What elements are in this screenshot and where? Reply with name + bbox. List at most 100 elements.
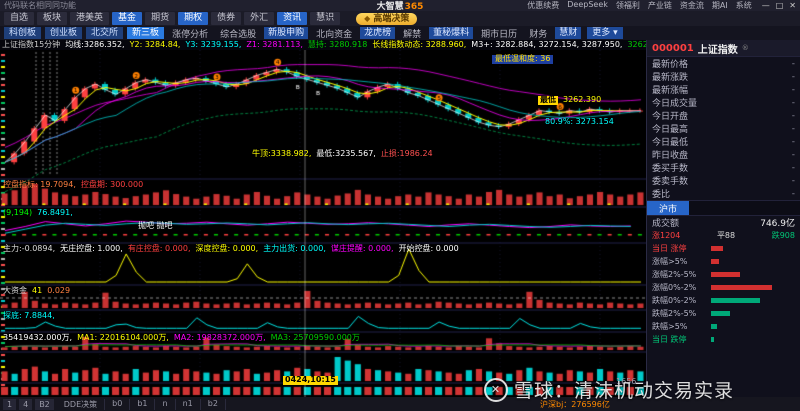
submenu-item-10[interactable]: 董秘爆料 [429,27,473,39]
titlebar-link-3[interactable]: 产业链 [648,0,672,11]
submenu-item-4[interactable]: 涨停分析 [168,27,212,40]
menu-item-1[interactable]: 板块 [37,12,67,25]
titlebar-link-4[interactable]: 资金流 [680,0,704,11]
titlebar-link-6[interactable]: 系统 [736,0,752,11]
main-menu-bar: 自选板块港美英基金期货期权债券外汇资讯慧识 ◆ 高端决策 [0,11,800,26]
quote-row-label: 今日最低 [652,135,688,148]
distribution-label: 涨幅0%-2% [652,282,708,293]
titlebar-link-0[interactable]: 优惠续费 [527,0,559,11]
quote-row-label: 委比 [652,187,670,200]
quote-row-5: 今日最高- [647,122,800,135]
quote-row-value: - [792,150,795,160]
more-button[interactable]: 更多 ▾ [587,27,622,39]
submenu-item-3[interactable]: 新三板 [127,27,164,39]
chevron-down-icon: ▾ [613,28,618,38]
quote-row-4: 今日开盘 - [647,109,800,122]
distribution-row-7: 当日 跌停 [647,333,800,346]
submenu-item-11[interactable]: 期市日历 [477,27,521,40]
minimize-icon[interactable]: — [762,1,770,10]
readout-segment-2: Y2: 3284.84, [130,40,181,50]
distribution-label: 跌幅0%-2% [652,295,708,306]
stock-name: 上证指数 [698,41,738,56]
menu-item-5[interactable]: 期权 [178,12,208,25]
decliners-count: 跌908 [772,230,795,241]
distribution-label: 当日 涨停 [652,243,708,254]
menu-item-4[interactable]: 期货 [145,12,175,25]
titlebar-link-5[interactable]: 期AI [712,0,728,11]
submenu-item-12[interactable]: 财务 [525,27,551,40]
status-tab-1[interactable]: b0 [105,399,130,410]
status-tab-4[interactable]: n1 [176,399,201,410]
status-cell-1[interactable]: 4 [19,399,32,410]
submenu-item-9[interactable]: 解禁 [399,27,425,40]
menu-item-3[interactable]: 基金 [112,12,142,25]
sub-menu-bar: 科创板创业板北交所新三板涨停分析综合选股新股申购北向资金龙虎榜解禁董秘爆料期市日… [0,26,800,40]
quote-row-value: - [792,189,795,199]
distribution-row-1: 涨幅>5% [647,255,800,268]
chart-canvas[interactable] [0,50,646,397]
submenu-item-7[interactable]: 北向资金 [312,27,356,40]
submenu-item-5[interactable]: 综合选股 [216,27,260,40]
submenu-item-0[interactable]: 科创板 [4,27,41,39]
menu-item-0[interactable]: 自选 [4,12,34,25]
quote-row-value: - [792,72,795,82]
quote-row-value: - [792,85,795,95]
title-left-note: 代码联名相同同功能 [4,0,76,11]
status-tab-5[interactable]: b2 [201,399,226,410]
close-icon[interactable]: ✕ [789,1,796,10]
submenu-item-1[interactable]: 创业板 [45,27,82,39]
quote-row-value: - [792,137,795,147]
status-cell-0[interactable]: 1 [3,399,16,410]
dazhihui-app: 代码联名相同同功能 大智慧365 优惠续费DeepSeek领福利产业链资金流期A… [0,0,800,411]
readout-segment-6: 长线指数动态: 3288.960, [372,40,466,50]
submenu-item-2[interactable]: 北交所 [86,27,123,39]
titlebar-link-1[interactable]: DeepSeek [567,0,608,11]
turnover-label: 成交额 [652,216,679,229]
quote-row-label: 今日开盘 [652,109,688,122]
quote-row-label: 最新价格 [652,57,688,70]
distribution-bar [711,324,717,329]
distribution-row-2: 涨幅2%-5% [647,268,800,281]
advance-decline-row: 涨1204 平88 跌908 [647,229,800,242]
submenu-item-6[interactable]: 新股申购 [264,27,308,39]
tab-shanghai-market[interactable]: 沪市 [647,201,689,215]
distribution-row-5: 跌幅2%-5% [647,307,800,320]
quote-row-label: 昨日收盘 [652,148,688,161]
quote-row-label: 最新涨幅 [652,83,688,96]
quote-row-value: - [792,111,795,121]
menu-item-8[interactable]: 资讯 [277,12,307,25]
submenu-item-13[interactable]: 慧财 [555,27,581,39]
status-tab-3[interactable]: n [155,399,175,410]
status-tab-2[interactable]: b1 [130,399,155,410]
distribution-bar [711,337,714,342]
vip-decision-button[interactable]: ◆ 高端决策 [356,13,417,25]
distribution-bar [711,272,740,277]
status-cell-2[interactable]: B2 [35,399,54,410]
distribution-bar [711,259,719,264]
menu-item-9[interactable]: 慧识 [310,12,340,25]
menu-item-6[interactable]: 债券 [211,12,241,25]
readout-segment-3: Y3: 3239.155, [185,40,241,50]
window-controls: — □ ✕ [762,1,796,10]
titlebar-links: 优惠续费 DeepSeek 领福利产业链资金流期AI 系统 [527,0,751,11]
quote-row-value: - [792,176,795,186]
stock-code: 000001 [652,43,694,54]
unchanged-count: 平88 [717,230,735,241]
turnover-value: 746.9亿 [760,216,795,229]
distribution-label: 跌幅>5% [652,321,708,332]
distribution-bar [711,298,760,303]
quote-panel: 000001 上证指数 ® 最新价格-最新涨跌-最新涨幅-今日成交量-今日开盘-… [646,40,800,397]
submenu-item-8[interactable]: 龙虎榜 [360,27,395,39]
titlebar-link-2[interactable]: 领福利 [616,0,640,11]
status-tab-0[interactable]: DDE决策 [57,399,105,410]
menu-item-7[interactable]: 外汇 [244,12,274,25]
distribution-bar [711,246,723,251]
maximize-icon[interactable]: □ [776,1,784,10]
market-tabs: 沪市 [647,200,800,216]
menu-item-2[interactable]: 港美英 [70,12,109,25]
quote-row-value: - [792,59,795,69]
menu-items: 自选板块港美英基金期货期权债券外汇资讯慧识 [4,12,340,25]
distribution-label: 当日 跌停 [652,334,708,345]
readout-segment-0: 上证指数15分钟 [2,40,60,50]
status-tabs: DDE决策b0b1nn1b2 [57,399,226,410]
